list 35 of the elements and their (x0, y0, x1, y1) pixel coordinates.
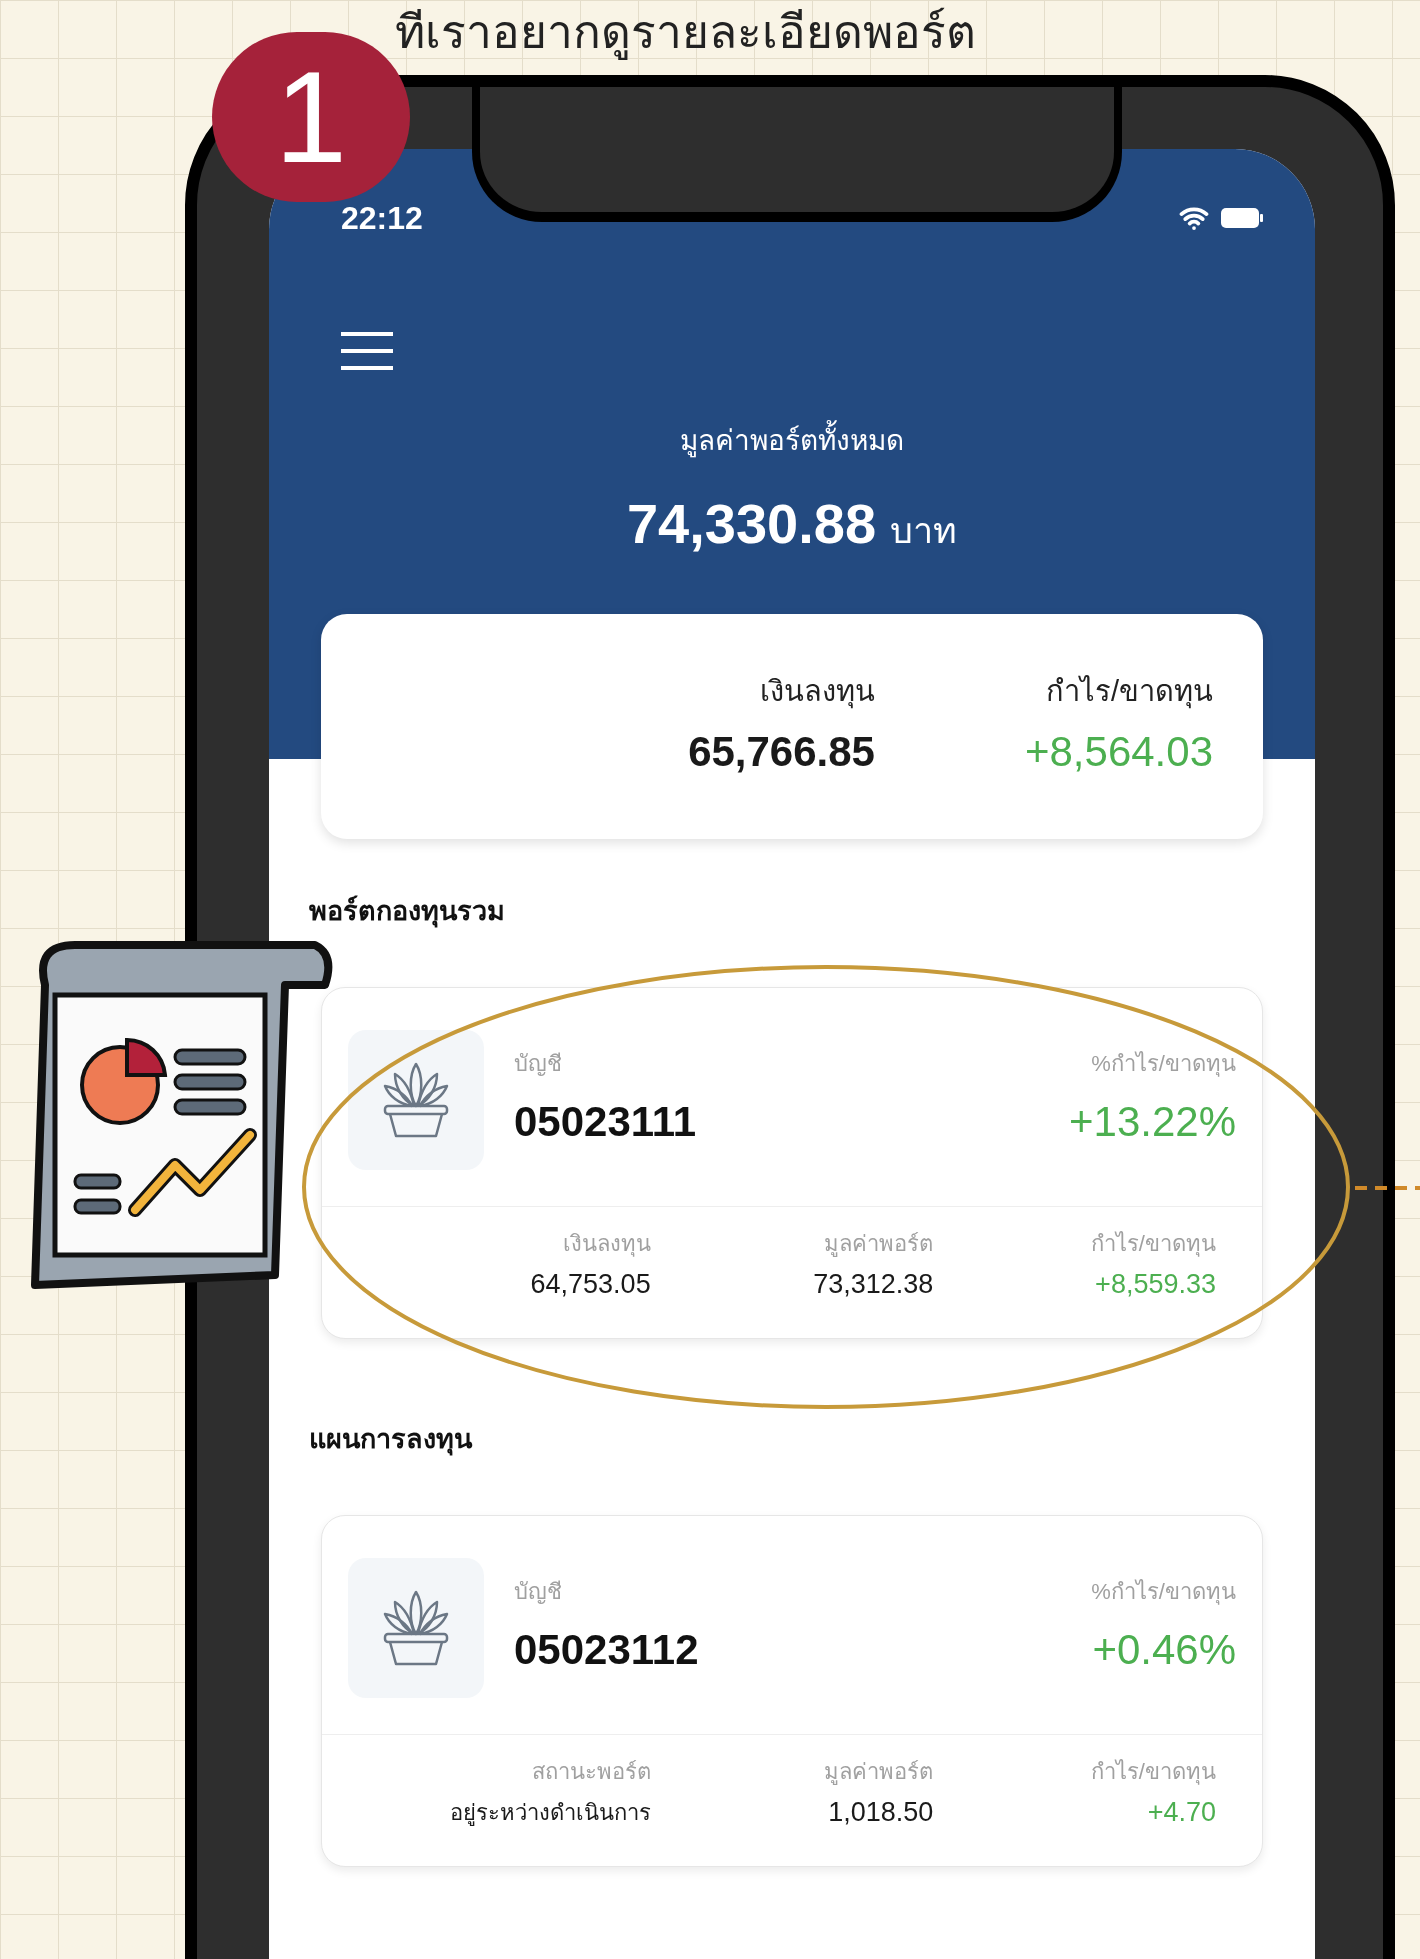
profit-percent-label: %กำไร/ขาดทุน (1091, 1049, 1236, 1079)
currency-label: บาท (890, 509, 958, 553)
section-title: พอร์ตกองทุนรวม (308, 894, 506, 930)
stat-value: 73,312.38 (813, 1267, 934, 1301)
battery-icon (1221, 208, 1263, 228)
portfolio-total-title: มูลค่าพอร์ตทั้งหมด (680, 420, 904, 462)
account-number: 05023111 (514, 1096, 698, 1147)
stat-value: อยู่ระหว่างดำเนินการ (449, 1798, 651, 1828)
summary-label: เงินลงทุน (760, 674, 875, 711)
summary-value: +8,564.03 (1025, 726, 1213, 777)
stat-label: กำไร/ขาดทุน (1090, 1229, 1216, 1259)
account-card[interactable]: บัญชี 05023111 %กำไร/ขาดทุน +13.22% เงินลงทุน 64,753.05 มูลค่าพอร์ต 73,312.38 กำไร/ขาดทุน +8,559.33 (321, 986, 1263, 1339)
portfolio-total-value: 74,330.88 (626, 491, 877, 557)
summary-value: 65,766.85 (688, 726, 875, 777)
stat-value: 64,753.05 (530, 1267, 651, 1301)
status-time: 22:12 (341, 199, 423, 238)
account-number: 05023112 (514, 1624, 700, 1675)
account-label: บัญชี (514, 1577, 563, 1606)
stat-value: +4.70 (1147, 1795, 1216, 1829)
stat-value: +8,559.33 (1095, 1267, 1216, 1301)
summary-label: กำไร/ขาดทุน (1045, 674, 1213, 711)
stat-label: กำไร/ขาดทุน (1090, 1757, 1216, 1787)
account-card[interactable]: บัญชี 05023112 %กำไร/ขาดทุน +0.46% สถานะพอร์ต อยู่ระหว่างดำเนินการ มูลค่าพอร์ต 1,018.50 กำไร/ขาดทุน +4.70 (321, 1514, 1263, 1867)
section-title: แผนการลงทุน (308, 1423, 474, 1458)
profit-percent: +13.22% (1069, 1096, 1236, 1147)
stat-label: เงินลงทุน (562, 1229, 651, 1259)
account-label: บัญชี (514, 1049, 563, 1078)
stat-label: มูลค่าพอร์ต (824, 1229, 934, 1259)
stat-label: สถานะพอร์ต (531, 1757, 651, 1786)
dashed-line (1355, 1185, 1420, 1191)
stat-label: มูลค่าพอร์ต (824, 1757, 934, 1787)
profit-percent: +0.46% (1092, 1624, 1236, 1675)
profit-percent-label: %กำไร/ขาดทุน (1091, 1577, 1236, 1607)
stat-value: 1,018.50 (828, 1795, 934, 1829)
menu-icon[interactable] (341, 332, 393, 370)
